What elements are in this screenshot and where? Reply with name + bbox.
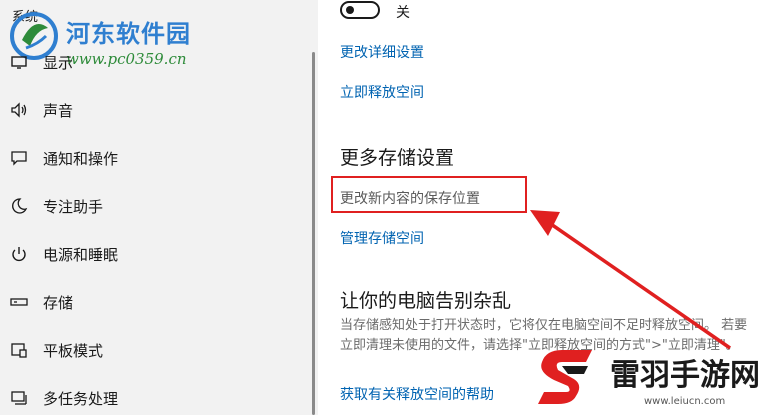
sidebar-item-label: 显示 [43, 54, 74, 72]
notification-icon [11, 151, 27, 166]
highlight-box [331, 176, 527, 213]
sidebar-item-label: 通知和操作 [43, 150, 119, 168]
storage-sense-toggle[interactable] [340, 1, 380, 19]
speaker-icon [11, 102, 27, 118]
sidebar-item-sound[interactable]: 声音 [0, 92, 310, 128]
free-space-link[interactable]: 立即释放空间 [340, 82, 424, 102]
brand-logo-icon [538, 350, 592, 404]
sidebar-item-power[interactable]: 电源和睡眠 [0, 236, 310, 272]
tablet-icon [11, 343, 27, 358]
brand-name: 雷羽手游网 [610, 358, 760, 393]
brand-watermark: 雷羽手游网 www.leiucn.com [528, 340, 778, 412]
sidebar-item-label: 多任务处理 [43, 390, 119, 408]
settings-sidebar: 系统 河东软件园 www.pc0359.cn 显示 声音 通知和操作 专注助手 … [0, 0, 318, 415]
sidebar-item-label: 平板模式 [43, 342, 104, 360]
sidebar-item-storage[interactable]: 存储 [0, 284, 310, 320]
power-icon [12, 247, 26, 262]
sidebar-item-label: 存储 [43, 294, 74, 312]
sidebar-item-notifications[interactable]: 通知和操作 [0, 140, 310, 176]
sidebar-item-label: 专注助手 [43, 198, 104, 216]
sidebar-item-multitasking[interactable]: 多任务处理 [0, 380, 310, 416]
sidebar-item-display[interactable]: 显示 [0, 44, 310, 80]
manage-storage-spaces-link[interactable]: 管理存储空间 [340, 228, 424, 248]
sidebar-item-label: 声音 [43, 102, 74, 120]
moon-icon [12, 198, 28, 214]
display-icon [11, 56, 27, 69]
storage-icon [10, 298, 28, 306]
change-details-link[interactable]: 更改详细设置 [340, 42, 424, 62]
toggle-knob [346, 6, 354, 14]
sidebar-item-focus-assist[interactable]: 专注助手 [0, 188, 310, 224]
brand-url: www.leiucn.com [644, 396, 726, 407]
sidebar-item-tablet[interactable]: 平板模式 [0, 332, 310, 368]
sidebar-scrollbar[interactable] [312, 52, 315, 415]
more-storage-heading: 更多存储设置 [340, 147, 455, 169]
toggle-state-label: 关 [396, 5, 410, 21]
clutter-heading: 让你的电脑告别杂乱 [340, 290, 512, 312]
multitask-icon [11, 391, 27, 405]
sidebar-item-label: 电源和睡眠 [43, 246, 119, 264]
free-space-help-link[interactable]: 获取有关释放空间的帮助 [340, 384, 494, 404]
